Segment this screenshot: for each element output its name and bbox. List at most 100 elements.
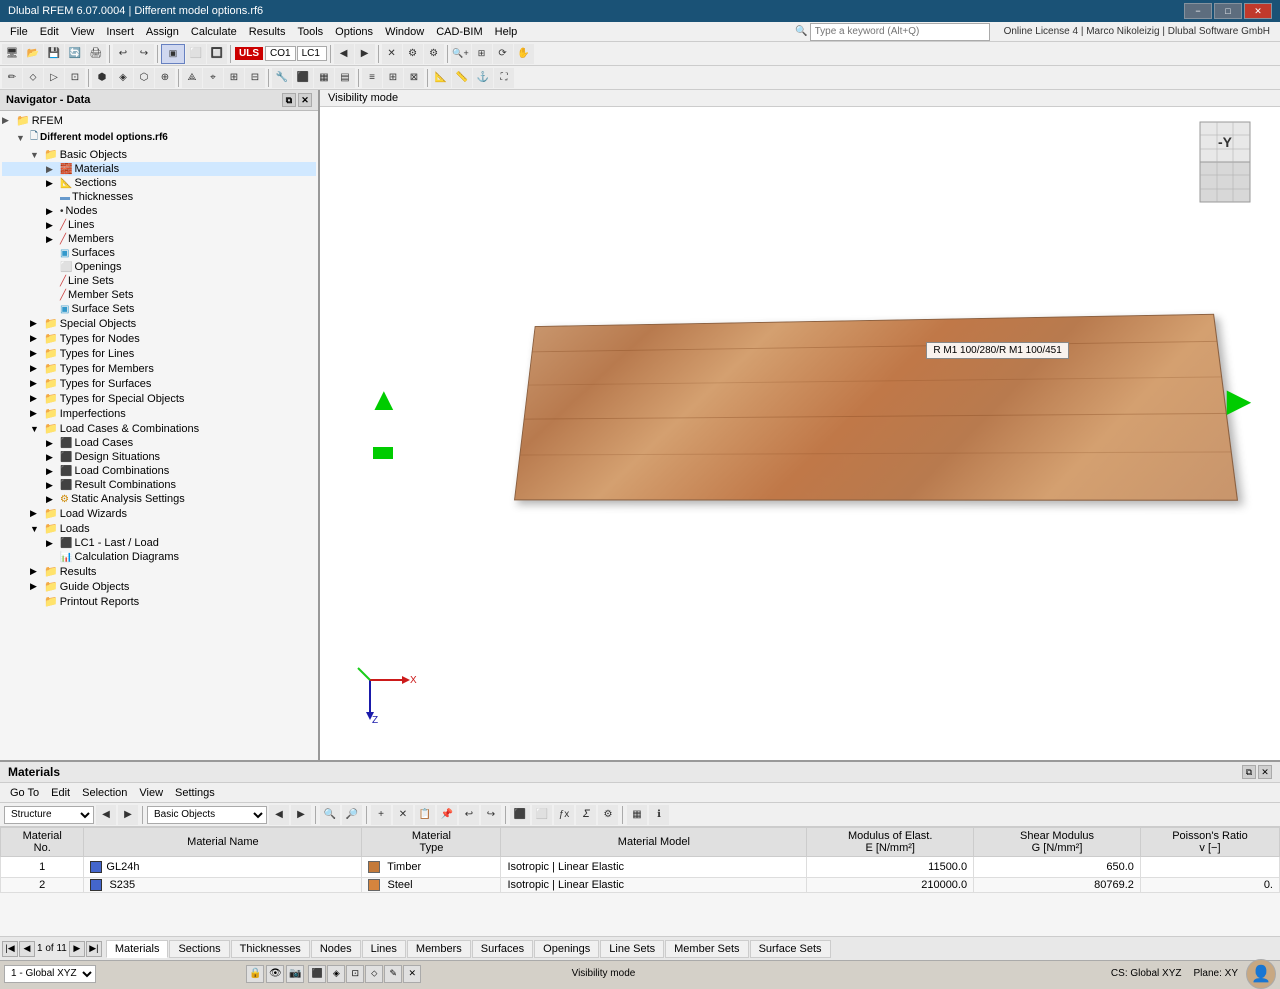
bp-copy-btn[interactable]: 📋 (415, 805, 435, 825)
menu-tools[interactable]: Tools (291, 25, 329, 39)
tb1-pan[interactable]: ✋ (514, 44, 534, 64)
maximize-btn[interactable]: □ (1214, 3, 1242, 19)
tb1-btn13[interactable]: ⚙ (424, 44, 444, 64)
tb2-btn19[interactable]: ⊠ (404, 68, 424, 88)
tree-sections[interactable]: ▶ 📐 Sections (2, 176, 316, 190)
tree-imperfections[interactable]: ▶ 📁 Imperfections (2, 406, 316, 421)
menu-assign[interactable]: Assign (140, 25, 185, 39)
tb2-btn23[interactable]: ⛶ (494, 68, 514, 88)
menu-insert[interactable]: Insert (100, 25, 140, 39)
s-icon1[interactable]: ⬛ (308, 965, 326, 983)
page-nav-first[interactable]: |◀ (2, 941, 18, 957)
bp-add-btn[interactable]: + (371, 805, 391, 825)
tree-load-cases-combos[interactable]: ▼ 📁 Load Cases & Combinations (2, 421, 316, 436)
co-dropdown[interactable]: CO1 (265, 46, 296, 61)
tb2-btn12[interactable]: ⊟ (245, 68, 265, 88)
bp-units-btn[interactable]: ⚙ (598, 805, 618, 825)
menu-options[interactable]: Options (329, 25, 379, 39)
tb2-btn2[interactable]: ⬦ (23, 68, 43, 88)
camera-icon[interactable]: 📷 (286, 965, 304, 983)
tree-basic-objects[interactable]: ▼ 📁 Basic Objects (2, 147, 316, 162)
bo-arrow-left[interactable]: ◀ (269, 805, 289, 825)
tree-rfem-root[interactable]: ▶ 📁 RFEM (2, 113, 316, 128)
tree-result-combinations[interactable]: ▶ ⬛ Result Combinations (2, 478, 316, 492)
bp-formula-btn[interactable]: ƒx (554, 805, 574, 825)
tb2-btn7[interactable]: ⬡ (134, 68, 154, 88)
tb1-btn11[interactable]: ✕ (382, 44, 402, 64)
bp-close-btn[interactable]: ✕ (1258, 765, 1272, 779)
tab-surface-sets[interactable]: Surface Sets (750, 940, 831, 958)
menu-cad-bim[interactable]: CAD-BIM (430, 25, 488, 39)
bp-import-btn[interactable]: ⬜ (532, 805, 552, 825)
tb2-btn22[interactable]: ⚓ (473, 68, 493, 88)
bo-arrow-right[interactable]: ▶ (291, 805, 311, 825)
tb2-btn11[interactable]: ⊞ (224, 68, 244, 88)
menu-calculate[interactable]: Calculate (185, 25, 243, 39)
tab-member-sets[interactable]: Member Sets (665, 940, 748, 958)
tab-materials[interactable]: Materials (106, 940, 169, 958)
s-icon4[interactable]: ⬦ (365, 965, 383, 983)
tb1-btn7[interactable]: ↪ (134, 44, 154, 64)
tab-lines[interactable]: Lines (362, 940, 406, 958)
tree-types-special[interactable]: ▶ 📁 Types for Special Objects (2, 391, 316, 406)
tree-materials[interactable]: ▶ 🧱 Materials (2, 162, 316, 176)
tb2-btn8[interactable]: ⊕ (155, 68, 175, 88)
tb1-btn8[interactable]: ▣ (161, 44, 185, 64)
table-row[interactable]: 1 GL24h Timber Isotropic | Linear Elasti… (1, 857, 1280, 878)
tb1-zoom-ext[interactable]: 🔍+ (451, 44, 471, 64)
tb1-btn12[interactable]: ⚙ (403, 44, 423, 64)
tree-calc-diagrams[interactable]: 📊 Calculation Diagrams (2, 550, 316, 564)
bp-filter-btn[interactable]: 🔍 (320, 805, 340, 825)
menu-file[interactable]: File (4, 25, 34, 39)
tb1-btn10[interactable]: 🔲 (207, 44, 227, 64)
tb2-btn6[interactable]: ◈ (113, 68, 133, 88)
bp-info-btn[interactable]: ℹ (649, 805, 669, 825)
page-nav-prev[interactable]: ◀ (19, 941, 35, 957)
tree-load-wizards[interactable]: ▶ 📁 Load Wizards (2, 506, 316, 521)
bp-calc-btn[interactable]: 𝛴 (576, 805, 596, 825)
tb1-btn4[interactable]: 🔄 (65, 44, 85, 64)
bp-undo-btn[interactable]: ↩ (459, 805, 479, 825)
structure-dropdown[interactable]: Structure (4, 806, 94, 824)
table-row[interactable]: 2 S235 Steel Isotropic | Linear Elastic … (1, 878, 1280, 893)
tree-loads[interactable]: ▼ 📁 Loads (2, 521, 316, 536)
basic-objects-dropdown[interactable]: Basic Objects (147, 806, 267, 824)
tb2-btn4[interactable]: ⊡ (65, 68, 85, 88)
nav-float-btn[interactable]: ⧉ (282, 93, 296, 107)
tb1-rotate[interactable]: ⟳ (493, 44, 513, 64)
tb2-btn17[interactable]: ≡ (362, 68, 382, 88)
tree-nodes[interactable]: ▶ • Nodes (2, 204, 316, 218)
bp-export-btn[interactable]: ⬛ (510, 805, 530, 825)
tb2-btn20[interactable]: 📐 (431, 68, 451, 88)
tree-surface-sets[interactable]: ▣ Surface Sets (2, 302, 316, 316)
menu-help[interactable]: Help (489, 25, 524, 39)
tree-load-cases[interactable]: ▶ ⬛ Load Cases (2, 436, 316, 450)
tab-thicknesses[interactable]: Thicknesses (231, 940, 310, 958)
s-icon2[interactable]: ◈ (327, 965, 345, 983)
tree-model-file[interactable]: ▼ 🗋 Different model options.rf6 (2, 128, 316, 147)
bp-del-btn[interactable]: ✕ (393, 805, 413, 825)
tb1-arrow-right[interactable]: ▶ (355, 44, 375, 64)
tb2-btn16[interactable]: ▤ (335, 68, 355, 88)
tab-sections[interactable]: Sections (169, 940, 229, 958)
viewport-3d[interactable]: -Y (320, 107, 1280, 760)
tb1-btn3[interactable]: 💾 (44, 44, 64, 64)
tree-openings[interactable]: ⬜ Openings (2, 260, 316, 274)
tree-line-sets[interactable]: ╱ Line Sets (2, 274, 316, 288)
bp-paste-btn[interactable]: 📌 (437, 805, 457, 825)
bp-menu-edit[interactable]: Edit (45, 786, 76, 800)
s-icon3[interactable]: ⊡ (346, 965, 364, 983)
tb1-btn9[interactable]: ⬜ (186, 44, 206, 64)
tree-types-members[interactable]: ▶ 📁 Types for Members (2, 361, 316, 376)
arrow-right-btn[interactable]: ▶ (118, 805, 138, 825)
bp-menu-view[interactable]: View (133, 786, 169, 800)
tb2-btn5[interactable]: ⬢ (92, 68, 112, 88)
tree-printout[interactable]: 📁 Printout Reports (2, 594, 316, 609)
menu-window[interactable]: Window (379, 25, 430, 39)
tree-surfaces[interactable]: ▣ Surfaces (2, 246, 316, 260)
menu-edit[interactable]: Edit (34, 25, 65, 39)
bp-menu-goto[interactable]: Go To (4, 786, 45, 800)
tab-members[interactable]: Members (407, 940, 471, 958)
tb2-btn1[interactable]: ✏ (2, 68, 22, 88)
s-icon6[interactable]: ✕ (403, 965, 421, 983)
